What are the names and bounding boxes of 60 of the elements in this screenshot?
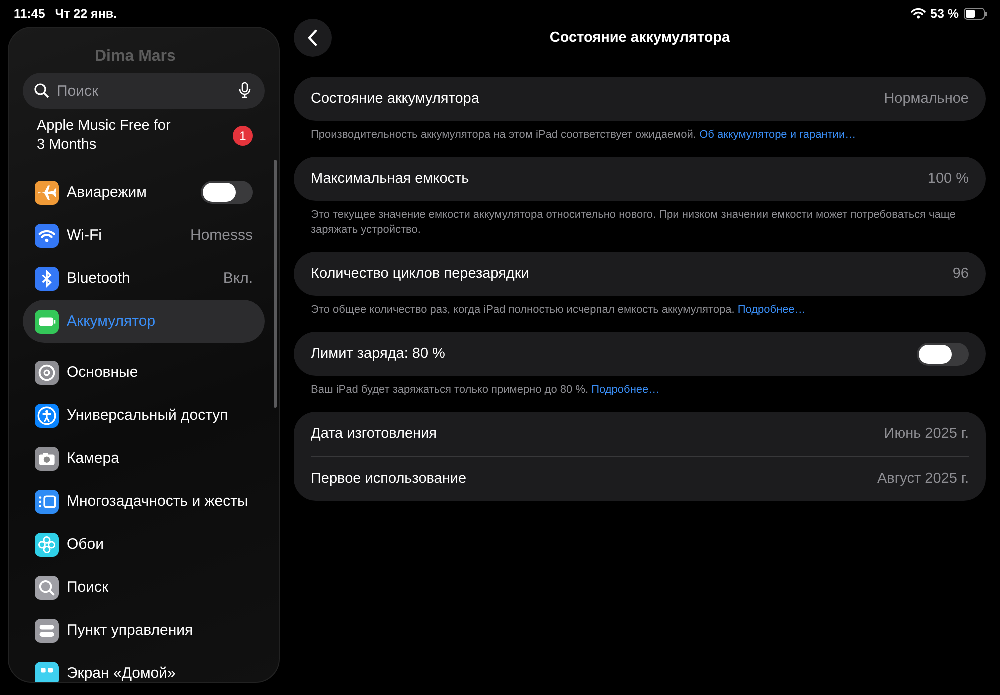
item-label: Многозадачность и жесты	[67, 493, 250, 510]
item-label: Обои	[67, 536, 105, 553]
settings-item[interactable]: Wi-Fi Homesss	[23, 214, 265, 257]
back-chevron-icon	[307, 29, 319, 47]
item-label: Пункт управления	[67, 622, 194, 639]
item-label: Wi-Fi	[67, 227, 103, 244]
more-link[interactable]: Об аккумуляторе и гарантии…	[700, 129, 856, 141]
microphone-icon[interactable]	[239, 82, 251, 99]
row-value: 100 %	[928, 171, 969, 187]
row-label: Максимальная емкость	[311, 171, 470, 187]
toggle-switch[interactable]	[917, 342, 969, 366]
toggle-switch[interactable]	[201, 181, 253, 204]
row-label: Лимит заряда: 80 %	[311, 346, 446, 362]
battery-percent: 53 %	[930, 6, 959, 20]
item-label: Универсальный доступ	[67, 407, 230, 424]
row-value: Нормальное	[884, 91, 969, 107]
row-label: Дата изготовления	[311, 426, 437, 442]
battery-icon	[964, 8, 988, 20]
footnote-text: Это общее количество раз, когда iPad полностью исчерпал емкость аккумулятора. Подробнее…	[310, 303, 807, 318]
settings-item[interactable]: Обои	[23, 523, 265, 566]
search-icon	[34, 83, 50, 99]
item-label: Аккумулятор	[67, 313, 157, 330]
more-link[interactable]: Подробнее…	[592, 384, 660, 396]
settings-item[interactable]: Основные	[23, 351, 265, 394]
item-label: Основные	[67, 364, 140, 381]
settings-item[interactable]: Камера	[23, 437, 265, 480]
item-value: Homesss	[190, 227, 253, 244]
settings-item[interactable]: Универсальный доступ	[23, 394, 265, 437]
footnote-text: Производительность аккумулятора на этом iPad соответствует ожидаемой. Об аккумуляторе и гарантии…	[310, 128, 858, 143]
item-label: Поиск	[67, 579, 110, 596]
more-link[interactable]: Подробнее…	[738, 304, 806, 316]
settings-item[interactable]: Многозадачность и жесты	[23, 480, 265, 523]
item-label: Камера	[67, 450, 120, 467]
search-field[interactable]: Поиск	[23, 73, 265, 109]
notification-badge: 1	[233, 126, 253, 146]
settings-item[interactable]: Авиарежим	[23, 171, 265, 214]
item-label: Bluetooth	[67, 270, 132, 287]
row-label: Количество циклов перезарядки	[311, 266, 530, 282]
settings-item[interactable]: Пункт управления	[23, 609, 265, 652]
settings-item[interactable]: Bluetooth Вкл.	[23, 257, 265, 300]
item-label: Экран «Домой»	[67, 665, 177, 682]
footnote-text: Ваш iPad будет заряжаться только примерно до 80 %. Подробнее…	[310, 383, 661, 398]
item-value: Вкл.	[223, 270, 253, 287]
status-time: 11:45	[14, 6, 46, 20]
profile-name: Dima Mars	[94, 47, 177, 67]
promo-link[interactable]: Apple Music Free for 3 Months	[37, 117, 182, 155]
page-title: Состояние аккумулятора	[548, 30, 732, 46]
status-date: Чт 22 янв.	[55, 6, 118, 20]
settings-item[interactable]: Поиск	[23, 566, 265, 609]
footnote-text: Это текущее значение емкости аккумулятора относительно нового. При низком значении емкости может потребоваться чаще заряжать устройство.	[310, 208, 957, 238]
settings-item[interactable]: Экран «Домой»	[23, 652, 265, 682]
row-label: Состояние аккумулятора	[311, 91, 480, 107]
item-label: Авиарежим	[67, 184, 148, 201]
back-button[interactable]	[294, 19, 332, 57]
row-value: 96	[952, 266, 969, 282]
wifi-signal-icon	[910, 8, 926, 19]
settings-item[interactable]: Аккумулятор	[23, 300, 265, 343]
row-label: Первое использование	[311, 471, 467, 487]
row-value: Июнь 2025 г.	[884, 426, 969, 442]
row-value: Август 2025 г.	[877, 471, 969, 487]
